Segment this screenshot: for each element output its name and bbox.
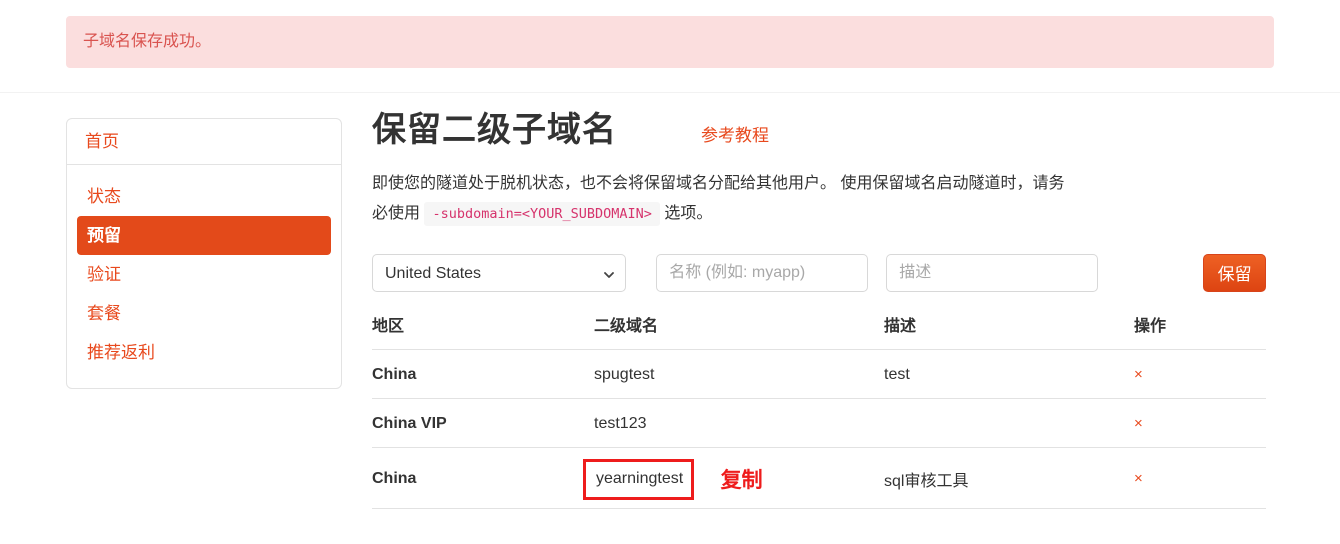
subdomain-value: test123 bbox=[594, 414, 647, 432]
delete-icon[interactable]: × bbox=[1134, 415, 1143, 432]
cell-action: × bbox=[1134, 447, 1266, 509]
success-alert: 子域名保存成功。 bbox=[66, 16, 1274, 68]
tutorial-link[interactable]: 参考教程 bbox=[701, 121, 769, 146]
sidebar-menu: 状态 预留 验证 套餐 推荐返利 bbox=[67, 165, 341, 388]
cell-region: China bbox=[372, 447, 594, 509]
subdomain-name-input[interactable] bbox=[656, 253, 869, 292]
delete-icon[interactable]: × bbox=[1134, 470, 1143, 487]
table-row: China VIP test123 × bbox=[372, 398, 1266, 448]
sidebar-item-verify[interactable]: 验证 bbox=[77, 255, 331, 294]
subdomain-value: spugtest bbox=[594, 365, 655, 383]
cell-description: test bbox=[884, 349, 1134, 399]
reserve-form: United States 保留 bbox=[372, 253, 1266, 292]
sidebar: 首页 状态 预留 验证 套餐 推荐返利 bbox=[66, 118, 342, 389]
column-header-subdomain: 二级域名 bbox=[594, 311, 884, 350]
cell-region: China bbox=[372, 349, 594, 399]
cell-description: sql审核工具 bbox=[884, 447, 1134, 509]
description-text-tail: 选项。 bbox=[664, 205, 713, 223]
sidebar-home-section: 首页 bbox=[67, 119, 341, 165]
cell-subdomain: yearningtest 复制 bbox=[583, 447, 884, 509]
region-select[interactable]: United States bbox=[372, 253, 627, 292]
page-title: 保留二级子域名 bbox=[372, 111, 617, 149]
cell-action: × bbox=[1134, 349, 1266, 399]
sidebar-item-reserved[interactable]: 预留 bbox=[77, 216, 331, 255]
sidebar-item-status[interactable]: 状态 bbox=[77, 177, 331, 216]
table-body: China spugtest test × China VIP test123 … bbox=[372, 349, 1266, 509]
cell-action: × bbox=[1134, 398, 1266, 448]
table-head: 地区 二级域名 描述 操作 bbox=[372, 311, 1266, 350]
page-description: 即使您的隧道处于脱机状态，也不会将保留域名分配给其他用户。 使用保留域名启动隧道… bbox=[372, 169, 1078, 230]
alert-banner-container: 子域名保存成功。 bbox=[66, 16, 1274, 68]
cell-subdomain: test123 bbox=[594, 398, 884, 448]
header-divider bbox=[0, 92, 1340, 93]
cell-subdomain: spugtest bbox=[594, 349, 884, 399]
alert-message: 子域名保存成功。 bbox=[83, 32, 212, 50]
sidebar-item-plan[interactable]: 套餐 bbox=[77, 294, 331, 333]
cell-description bbox=[884, 398, 1134, 448]
table-header-row: 地区 二级域名 描述 操作 bbox=[372, 311, 1266, 350]
title-row: 保留二级子域名 参考教程 bbox=[372, 110, 1280, 151]
subdomain-flag-code: -subdomain=<YOUR_SUBDOMAIN> bbox=[424, 202, 660, 227]
table-row: China yearningtest 复制 sql审核工具 × bbox=[372, 447, 1266, 509]
delete-icon[interactable]: × bbox=[1134, 366, 1143, 383]
column-header-action: 操作 bbox=[1134, 311, 1266, 350]
table-row: China spugtest test × bbox=[372, 349, 1266, 399]
column-header-description: 描述 bbox=[884, 311, 1134, 350]
reserved-subdomains-table: 地区 二级域名 描述 操作 China spugtest test × Chin… bbox=[372, 311, 1266, 509]
sidebar-item-referral[interactable]: 推荐返利 bbox=[77, 333, 331, 372]
main-content: 保留二级子域名 参考教程 即使您的隧道处于脱机状态，也不会将保留域名分配给其他用… bbox=[372, 110, 1280, 509]
sidebar-item-home[interactable]: 首页 bbox=[85, 133, 323, 150]
description-input[interactable] bbox=[886, 253, 1099, 292]
subdomain-value-highlighted: yearningtest bbox=[583, 458, 695, 500]
reserve-submit-button[interactable]: 保留 bbox=[1203, 253, 1266, 292]
annotation-copy-label: 复制 bbox=[720, 468, 763, 492]
region-select-wrapper: United States bbox=[372, 253, 627, 292]
cell-region: China VIP bbox=[372, 398, 594, 448]
column-header-region: 地区 bbox=[372, 311, 594, 350]
